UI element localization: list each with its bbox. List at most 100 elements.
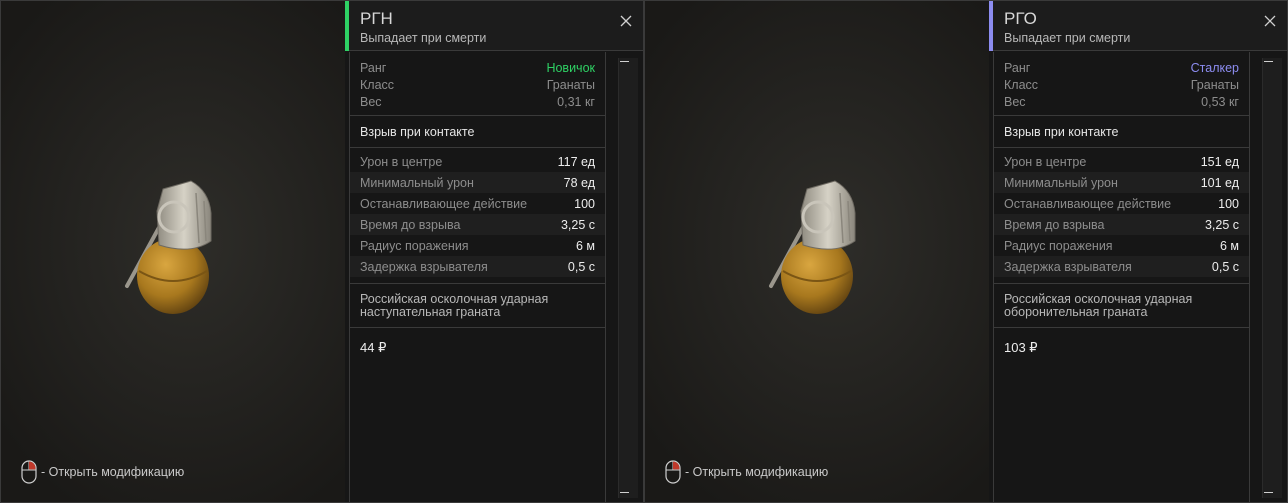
modification-hint-label: - Открыть модификацию bbox=[41, 465, 185, 479]
stat-row: Задержка взрывателя 0,5 с bbox=[350, 256, 605, 277]
stat-value: 6 м bbox=[575, 238, 595, 253]
info-value: 0,53 кг bbox=[1201, 94, 1239, 109]
feature-label: Взрыв при контакте bbox=[350, 116, 605, 148]
grenade-rgo-icon bbox=[769, 180, 856, 314]
scrollbar[interactable] bbox=[1256, 52, 1287, 502]
item-details-body: Ранг Сталкер Класс Гранаты Вес 0,53 кг Взрыв … bbox=[993, 52, 1250, 502]
scrollbar-bottom-mark bbox=[1264, 492, 1273, 493]
item-description: Российская осколочная ударная оборонител… bbox=[994, 284, 1249, 328]
stat-row: Урон в центре 151 ед bbox=[994, 151, 1249, 172]
item-title: РГО bbox=[1004, 9, 1037, 28]
info-value: Гранаты bbox=[546, 77, 595, 92]
info-section: Ранг Сталкер Класс Гранаты Вес 0,53 кг bbox=[994, 52, 1249, 116]
item-details-body: Ранг Новичок Класс Гранаты Вес 0,31 кг Взрыв … bbox=[349, 52, 606, 502]
item-header: РГО Выпадает при смерти bbox=[989, 1, 1287, 51]
stats-section: Урон в центре 151 ед Минимальный урон 101 е… bbox=[994, 148, 1249, 284]
stat-label: Останавливающее действие bbox=[360, 196, 528, 211]
stat-row: Задержка взрывателя 0,5 с bbox=[994, 256, 1249, 277]
stat-value: 78 ед bbox=[563, 175, 595, 190]
info-label: Ранг bbox=[360, 60, 387, 75]
item-subtitle: Выпадает при смерти bbox=[1004, 31, 1131, 45]
info-label: Вес bbox=[360, 94, 382, 109]
stat-label: Останавливающее действие bbox=[1004, 196, 1172, 211]
rank-value: Сталкер bbox=[1190, 60, 1239, 75]
stat-row: Урон в центре 117 ед bbox=[350, 151, 605, 172]
info-section: Ранг Новичок Класс Гранаты Вес 0,31 кг bbox=[350, 52, 605, 116]
item-preview: - Открыть модификацию bbox=[1, 1, 345, 502]
scrollbar-bottom-mark bbox=[620, 492, 629, 493]
close-icon[interactable] bbox=[1263, 14, 1277, 28]
stat-value: 3,25 с bbox=[1204, 217, 1239, 232]
stat-label: Радиус поражения bbox=[360, 238, 469, 253]
item-card-rgo: - Открыть модификацию РГО Выпадает при с… bbox=[644, 0, 1288, 503]
info-label: Вес bbox=[1004, 94, 1026, 109]
info-label: Класс bbox=[360, 77, 395, 92]
mouse-icon bbox=[21, 460, 37, 484]
stat-value: 3,25 с bbox=[560, 217, 595, 232]
stat-value: 117 ед bbox=[557, 154, 595, 169]
modification-hint-label: - Открыть модификацию bbox=[685, 465, 829, 479]
item-details-panel: РГН Выпадает при смерти Ранг Новичок Класс… bbox=[345, 1, 643, 502]
rank-accent-bar bbox=[989, 1, 993, 51]
item-header: РГН Выпадает при смерти bbox=[345, 1, 643, 51]
info-row: Вес 0,53 кг bbox=[1004, 93, 1239, 110]
scrollbar-top-mark bbox=[620, 61, 629, 62]
stat-label: Минимальный урон bbox=[360, 175, 474, 190]
stat-label: Время до взрыва bbox=[1004, 217, 1105, 232]
rank-value: Новичок bbox=[546, 60, 595, 75]
scrollbar-track[interactable] bbox=[1262, 58, 1282, 498]
info-value: 0,31 кг bbox=[557, 94, 595, 109]
stat-value: 0,5 с bbox=[1211, 259, 1239, 274]
mouse-icon bbox=[665, 460, 681, 484]
stat-row: Радиус поражения 6 м bbox=[994, 235, 1249, 256]
scrollbar[interactable] bbox=[612, 52, 643, 502]
stat-value: 100 bbox=[1218, 196, 1239, 211]
info-row: Класс Гранаты bbox=[1004, 76, 1239, 93]
stat-label: Задержка взрывателя bbox=[1004, 259, 1132, 274]
info-row: Вес 0,31 кг bbox=[360, 93, 595, 110]
feature-label: Взрыв при контакте bbox=[994, 116, 1249, 148]
stat-row: Время до взрыва 3,25 с bbox=[994, 214, 1249, 235]
scrollbar-track[interactable] bbox=[618, 58, 638, 498]
stat-label: Задержка взрывателя bbox=[360, 259, 488, 274]
info-row: Ранг Сталкер bbox=[1004, 59, 1239, 76]
info-row: Ранг Новичок bbox=[360, 59, 595, 76]
stat-row: Минимальный урон 101 ед bbox=[994, 172, 1249, 193]
stat-label: Урон в центре bbox=[1004, 154, 1087, 169]
stat-row: Останавливающее действие 100 bbox=[994, 193, 1249, 214]
stat-row: Время до взрыва 3,25 с bbox=[350, 214, 605, 235]
info-label: Ранг bbox=[1004, 60, 1031, 75]
stat-value: 6 м bbox=[1219, 238, 1239, 253]
stat-label: Минимальный урон bbox=[1004, 175, 1118, 190]
stat-value: 100 bbox=[574, 196, 595, 211]
info-value: Гранаты bbox=[1190, 77, 1239, 92]
stat-row: Минимальный урон 78 ед bbox=[350, 172, 605, 193]
stat-value: 151 ед bbox=[1200, 154, 1239, 169]
stat-row: Радиус поражения 6 м bbox=[350, 235, 605, 256]
stat-value: 101 ед bbox=[1200, 175, 1239, 190]
item-subtitle: Выпадает при смерти bbox=[360, 31, 487, 45]
item-price: 103 ₽ bbox=[1004, 340, 1038, 355]
close-icon[interactable] bbox=[619, 14, 633, 28]
item-description: Российская осколочная ударная наступател… bbox=[350, 284, 605, 328]
item-title: РГН bbox=[360, 9, 393, 28]
info-label: Класс bbox=[1004, 77, 1039, 92]
stat-label: Время до взрыва bbox=[360, 217, 461, 232]
grenade-rgn-icon bbox=[125, 180, 212, 314]
modification-hint[interactable]: - Открыть модификацию bbox=[21, 459, 184, 485]
item-preview: - Открыть модификацию bbox=[645, 1, 989, 502]
stat-label: Урон в центре bbox=[360, 154, 443, 169]
grenade-cap bbox=[156, 180, 212, 250]
stats-section: Урон в центре 117 ед Минимальный урон 78 ед… bbox=[350, 148, 605, 284]
item-card-rgn: - Открыть модификацию РГН Выпадает при с… bbox=[0, 0, 644, 503]
stat-label: Радиус поражения bbox=[1004, 238, 1113, 253]
item-price: 44 ₽ bbox=[360, 340, 387, 355]
modification-hint[interactable]: - Открыть модификацию bbox=[665, 459, 828, 485]
stat-value: 0,5 с bbox=[567, 259, 595, 274]
stat-row: Останавливающее действие 100 bbox=[350, 193, 605, 214]
item-details-panel: РГО Выпадает при смерти Ранг Сталкер Класс… bbox=[989, 1, 1287, 502]
info-row: Класс Гранаты bbox=[360, 76, 595, 93]
scrollbar-top-mark bbox=[1264, 61, 1273, 62]
grenade-cap bbox=[800, 180, 856, 250]
rank-accent-bar bbox=[345, 1, 349, 51]
